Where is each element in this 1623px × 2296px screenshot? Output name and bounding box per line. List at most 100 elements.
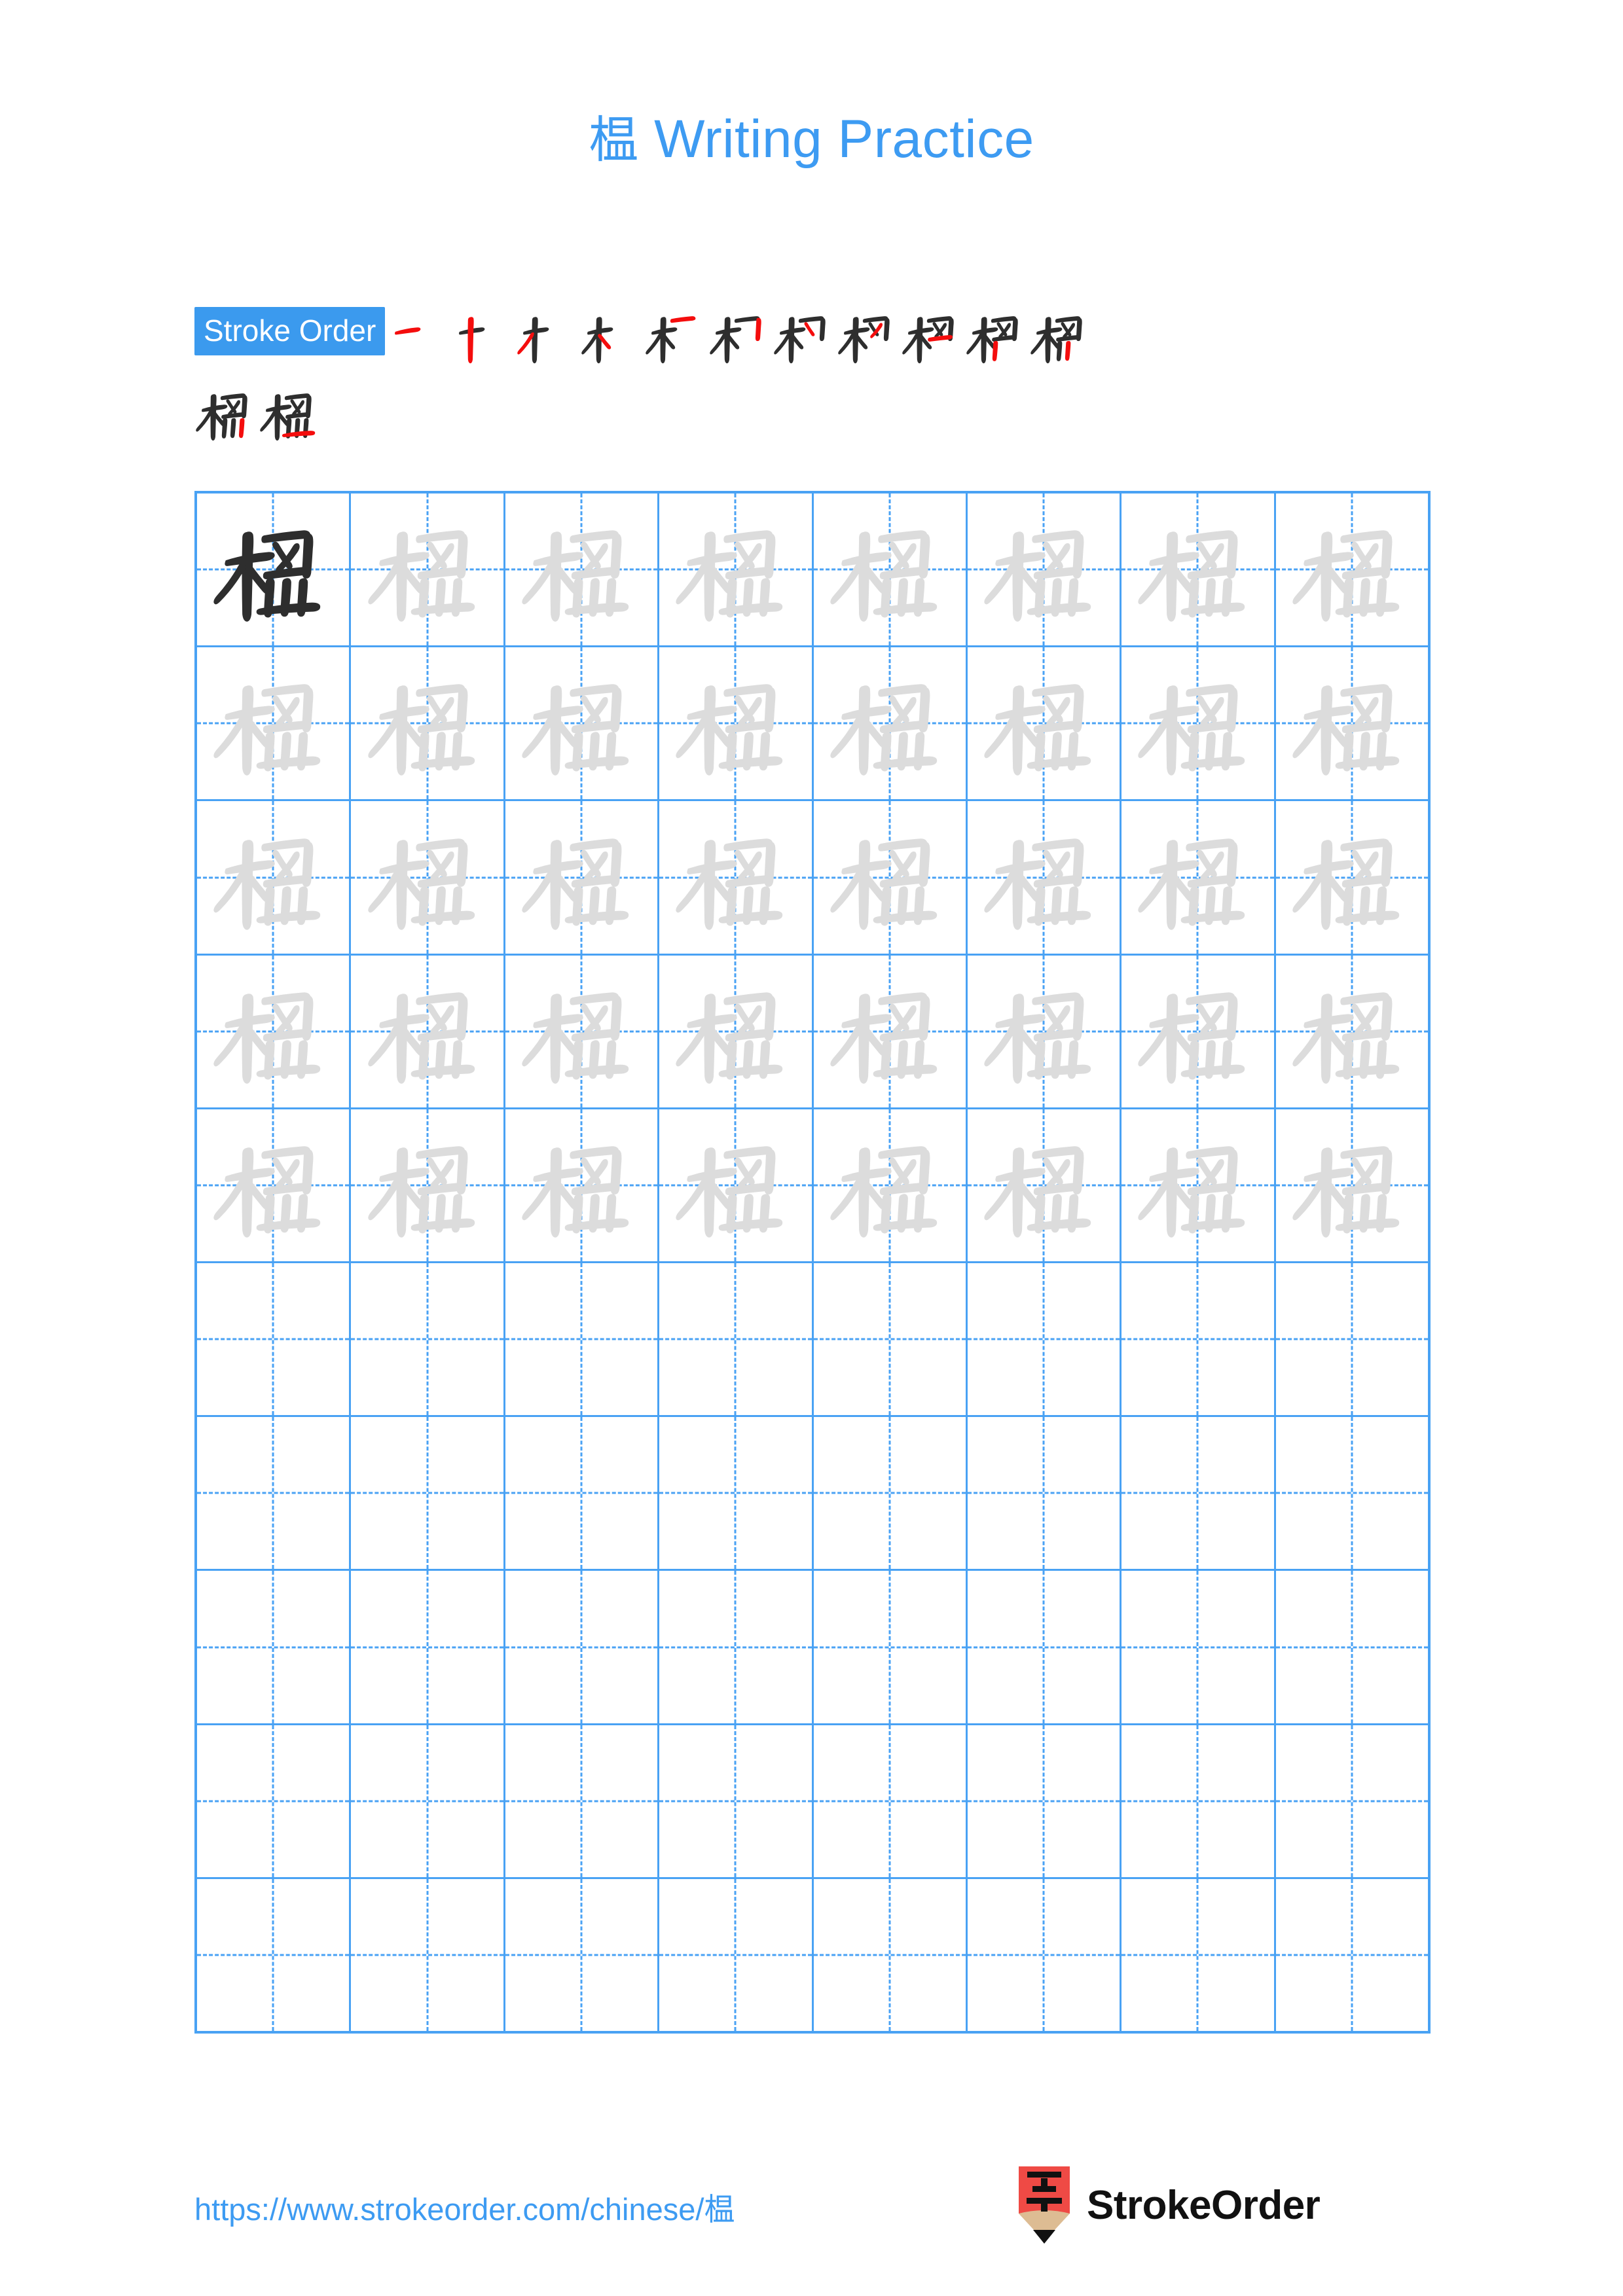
practice-cell-r10-c5[interactable]: [814, 1878, 968, 2032]
practice-cell-r5-c6[interactable]: [968, 1109, 1122, 1262]
practice-cell-r2-c6[interactable]: [968, 647, 1122, 800]
practice-grid-row: [197, 647, 1428, 802]
practice-cell-r3-c2[interactable]: [351, 801, 505, 954]
practice-cell-r9-c4[interactable]: [659, 1725, 814, 1877]
practice-cell-r1-c2[interactable]: [351, 493, 505, 646]
practice-cell-r6-c4[interactable]: [659, 1263, 814, 1416]
practice-cell-r10-c7[interactable]: [1122, 1878, 1276, 2032]
practice-cell-r3-c8[interactable]: [1276, 801, 1428, 953]
practice-cell-r10-c1[interactable]: [197, 1878, 352, 2032]
practice-cell-r2-c4[interactable]: [659, 647, 814, 800]
practice-cell-r7-c8[interactable]: [1276, 1417, 1428, 1569]
practice-cell-r1-c6[interactable]: [968, 493, 1122, 646]
practice-cell-r9-c2[interactable]: [351, 1725, 505, 1877]
practice-cell-r10-c4[interactable]: [659, 1878, 814, 2032]
practice-character: [1276, 647, 1428, 799]
practice-cell-r6-c5[interactable]: [814, 1263, 968, 1416]
practice-cell-r10-c8[interactable]: [1276, 1879, 1428, 2031]
practice-cell-r6-c8[interactable]: [1276, 1263, 1428, 1415]
practice-cell-r4-c6[interactable]: [968, 955, 1122, 1107]
practice-cell-r8-c6[interactable]: [968, 1571, 1122, 1723]
practice-cell-r2-c3[interactable]: [505, 647, 660, 800]
practice-cell-r5-c2[interactable]: [351, 1109, 505, 1262]
footer-url-text: https://www.strokeorder.com/chinese/榅: [194, 2192, 735, 2227]
practice-cell-r1-c3[interactable]: [505, 493, 660, 646]
practice-cell-r5-c7[interactable]: [1122, 1109, 1276, 1262]
practice-cell-r7-c7[interactable]: [1122, 1417, 1276, 1570]
stroke-order-step-2: [452, 298, 516, 375]
pencil-zi-icon: [1016, 2166, 1072, 2244]
practice-cell-r8-c4[interactable]: [659, 1571, 814, 1723]
practice-cell-r2-c2[interactable]: [351, 647, 505, 800]
practice-cell-r7-c2[interactable]: [351, 1417, 505, 1570]
practice-cell-r1-c8[interactable]: [1276, 493, 1428, 645]
practice-cell-r5-c3[interactable]: [505, 1109, 660, 1262]
practice-cell-r10-c3[interactable]: [505, 1878, 660, 2032]
practice-cell-r10-c2[interactable]: [351, 1878, 505, 2032]
practice-cell-r8-c1[interactable]: [197, 1571, 352, 1723]
practice-grid: [194, 491, 1431, 2034]
practice-cell-r4-c7[interactable]: [1122, 955, 1276, 1107]
practice-cell-r8-c7[interactable]: [1122, 1571, 1276, 1723]
stroke-order-step-7: [773, 298, 837, 375]
practice-cell-r2-c8[interactable]: [1276, 647, 1428, 799]
practice-cell-r7-c4[interactable]: [659, 1417, 814, 1570]
practice-cell-r8-c2[interactable]: [351, 1571, 505, 1723]
practice-character: [814, 647, 966, 799]
practice-cell-r4-c2[interactable]: [351, 955, 505, 1107]
practice-cell-r9-c1[interactable]: [197, 1725, 352, 1877]
practice-cell-r9-c7[interactable]: [1122, 1725, 1276, 1877]
practice-cell-r6-c1[interactable]: [197, 1263, 352, 1416]
practice-cell-r2-c7[interactable]: [1122, 647, 1276, 800]
practice-character: [968, 801, 1120, 953]
practice-cell-r7-c1[interactable]: [197, 1417, 352, 1570]
practice-cell-r4-c4[interactable]: [659, 955, 814, 1107]
practice-cell-r7-c5[interactable]: [814, 1417, 968, 1570]
practice-cell-r4-c8[interactable]: [1276, 956, 1428, 1107]
practice-character: [1276, 801, 1428, 953]
practice-cell-r9-c6[interactable]: [968, 1725, 1122, 1877]
practice-character: [814, 1109, 966, 1261]
practice-character: [1276, 493, 1428, 645]
practice-cell-r3-c7[interactable]: [1122, 801, 1276, 954]
practice-cell-r5-c8[interactable]: [1276, 1109, 1428, 1261]
practice-cell-r3-c3[interactable]: [505, 801, 660, 954]
practice-cell-r10-c6[interactable]: [968, 1878, 1122, 2032]
practice-character: [1122, 956, 1273, 1107]
practice-cell-r3-c4[interactable]: [659, 801, 814, 954]
practice-cell-r9-c3[interactable]: [505, 1725, 660, 1877]
practice-cell-r6-c3[interactable]: [505, 1263, 660, 1416]
practice-cell-r5-c5[interactable]: [814, 1109, 968, 1262]
practice-cell-r8-c5[interactable]: [814, 1571, 968, 1723]
practice-cell-r7-c3[interactable]: [505, 1417, 660, 1570]
practice-cell-r6-c7[interactable]: [1122, 1263, 1276, 1416]
practice-cell-r2-c1[interactable]: [197, 647, 352, 800]
practice-cell-r8-c8[interactable]: [1276, 1571, 1428, 1723]
practice-cell-r1-c7[interactable]: [1122, 493, 1276, 646]
practice-character: [351, 647, 503, 799]
practice-cell-r8-c3[interactable]: [505, 1571, 660, 1723]
practice-character: [659, 1109, 811, 1261]
practice-cell-r4-c5[interactable]: [814, 955, 968, 1107]
practice-cell-r7-c6[interactable]: [968, 1417, 1122, 1570]
practice-cell-r1-c4[interactable]: [659, 493, 814, 646]
practice-cell-r1-c1[interactable]: [197, 493, 352, 646]
footer-url-link[interactable]: https://www.strokeorder.com/chinese/榅: [194, 2184, 735, 2229]
page-title-character: 榅: [589, 111, 639, 169]
footer-brand[interactable]: StrokeOrder: [1016, 2166, 1321, 2244]
practice-cell-r3-c6[interactable]: [968, 801, 1122, 954]
practice-cell-r9-c8[interactable]: [1276, 1725, 1428, 1877]
practice-cell-r6-c2[interactable]: [351, 1263, 505, 1416]
practice-cell-r5-c4[interactable]: [659, 1109, 814, 1262]
practice-cell-r6-c6[interactable]: [968, 1263, 1122, 1416]
practice-cell-r4-c3[interactable]: [505, 955, 660, 1107]
practice-cell-r5-c1[interactable]: [197, 1109, 352, 1262]
stroke-order-step-3: [516, 298, 580, 375]
practice-cell-r2-c5[interactable]: [814, 647, 968, 800]
practice-cell-r3-c5[interactable]: [814, 801, 968, 954]
practice-cell-r3-c1[interactable]: [197, 801, 352, 954]
practice-cell-r4-c1[interactable]: [197, 955, 352, 1107]
stroke-order-step-12: [194, 375, 259, 452]
practice-cell-r9-c5[interactable]: [814, 1725, 968, 1877]
practice-cell-r1-c5[interactable]: [814, 493, 968, 646]
